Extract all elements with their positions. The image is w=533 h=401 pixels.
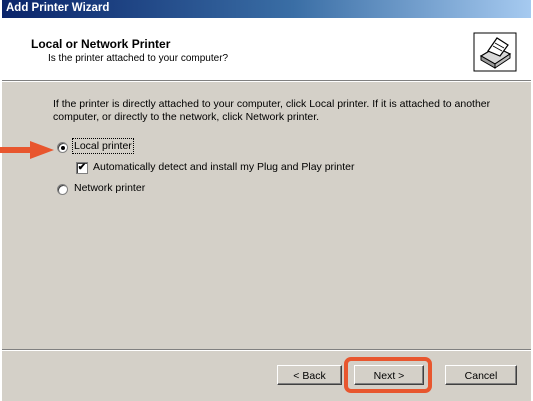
window-title: Add Printer Wizard — [6, 2, 110, 14]
header-divider — [2, 81, 531, 82]
auto-detect-checkbox[interactable]: ✔ — [76, 162, 88, 174]
wizard-header: Local or Network Printer Is the printer … — [2, 18, 531, 81]
back-button[interactable]: < Back — [277, 365, 342, 385]
network-printer-label[interactable]: Network printer — [74, 182, 145, 194]
cancel-button[interactable]: Cancel — [445, 365, 517, 385]
pointer-arrow-icon — [0, 141, 54, 159]
footer-divider — [2, 349, 531, 351]
printer-icon — [473, 32, 517, 72]
local-printer-label[interactable]: Local printer — [72, 138, 134, 154]
network-printer-radio[interactable] — [57, 184, 68, 195]
title-bar: Add Printer Wizard — [2, 0, 531, 18]
auto-detect-label[interactable]: Automatically detect and install my Plug… — [93, 161, 354, 173]
local-printer-radio[interactable] — [57, 142, 68, 153]
add-printer-wizard-window: Add Printer Wizard Local or Network Prin… — [2, 0, 531, 401]
page-title: Local or Network Printer — [31, 37, 171, 51]
instructions-text: If the printer is directly attached to y… — [53, 98, 491, 123]
radio-selected-dot — [61, 146, 65, 150]
next-button-highlight — [344, 357, 432, 393]
page-subtitle: Is the printer attached to your computer… — [48, 53, 229, 64]
